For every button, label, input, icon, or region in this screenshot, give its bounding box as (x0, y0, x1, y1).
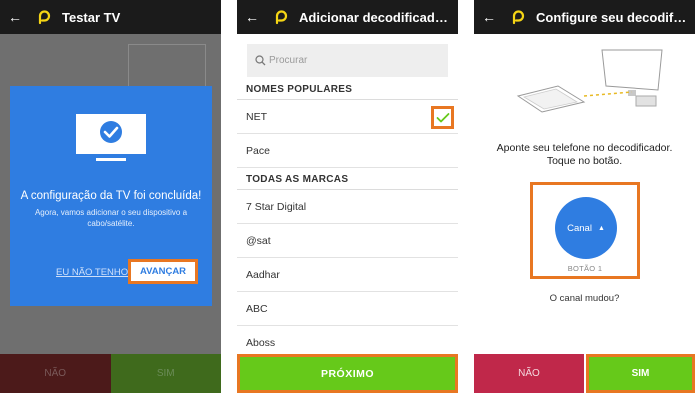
next-button[interactable]: PRÓXIMO (237, 354, 458, 393)
search-placeholder: Procurar (269, 55, 308, 66)
app-logo-icon (512, 10, 525, 25)
page-title: Adicionar decodificador de cabo/satélite (299, 9, 458, 25)
app-logo-icon (275, 10, 288, 25)
instruction-text: Aponte seu telefone no decodificador. To… (474, 142, 695, 168)
top-app-bar: ← Adicionar decodificador de cabo/satéli… (237, 0, 458, 34)
search-input[interactable]: Procurar (247, 44, 448, 77)
channel-button[interactable]: Canal ▲ (555, 197, 617, 259)
back-arrow-icon[interactable]: ← (482, 10, 498, 24)
channel-button-frame: Canal ▲ BOTÃO 1 (530, 182, 640, 279)
button-caption: BOTÃO 1 (567, 264, 603, 273)
dialog-subtitle: Agora, vamos adicionar o seu dispositivo… (34, 208, 188, 228)
yes-button[interactable]: SIM (110, 354, 221, 393)
list-item-pace[interactable]: Pace (237, 134, 458, 168)
triangle-up-icon: ▲ (597, 224, 605, 232)
list-item-net[interactable]: NET (237, 100, 458, 134)
app-logo-icon (38, 10, 51, 25)
list-item-label: NET (246, 110, 267, 123)
screen-test-tv: ← Testar TV A configuração da TV foi con… (0, 0, 221, 393)
i-dont-have-link[interactable]: EU NÃO TENHO (56, 267, 128, 278)
advance-button[interactable]: AVANÇAR (128, 259, 198, 284)
channel-button-label: Canal (567, 222, 592, 234)
channel-changed-question: O canal mudou? (549, 293, 620, 304)
list-item[interactable]: @sat (237, 224, 458, 258)
screen-configure-decoder: ← Configure seu decodificador Aponte seu… (474, 0, 695, 393)
back-arrow-icon[interactable]: ← (8, 10, 24, 24)
advance-button-label: AVANÇAR (139, 266, 187, 277)
selected-check-icon (431, 106, 454, 129)
tv-check-icon (76, 114, 146, 161)
page-title: Configure seu decodificador (536, 9, 695, 25)
instruction-line-2: Toque no botão. (546, 155, 623, 167)
popular-names-header: NOMES POPULARES (237, 80, 458, 100)
top-app-bar: ← Testar TV (0, 0, 221, 34)
all-brands-header: TODAS AS MARCAS (237, 170, 458, 190)
back-arrow-icon[interactable]: ← (245, 10, 261, 24)
tv-illustration (128, 44, 206, 90)
dialog-title: A configuração da TV foi concluída! (20, 190, 202, 202)
list-item[interactable]: ABC (237, 292, 458, 326)
phone-to-decoder-illustration (516, 49, 663, 113)
bottom-button-row: NÃO SIM (0, 354, 221, 393)
instruction-line-1: Aponte seu telefone no decodificador. (496, 142, 673, 154)
search-icon (255, 55, 266, 66)
top-app-bar: ← Configure seu decodificador (474, 0, 695, 34)
page-title: Testar TV (62, 9, 121, 25)
list-item-label: Pace (246, 144, 270, 157)
yes-button[interactable]: SIM (586, 354, 695, 393)
screen-add-decoder: ← Adicionar decodificador de cabo/satéli… (237, 0, 458, 393)
tv-setup-complete-dialog: A configuração da TV foi concluída! Agor… (10, 86, 212, 306)
list-item[interactable]: 7 Star Digital (237, 190, 458, 224)
no-button[interactable]: NÃO (474, 354, 584, 393)
list-item[interactable]: Aadhar (237, 258, 458, 292)
no-button[interactable]: NÃO (0, 354, 111, 393)
